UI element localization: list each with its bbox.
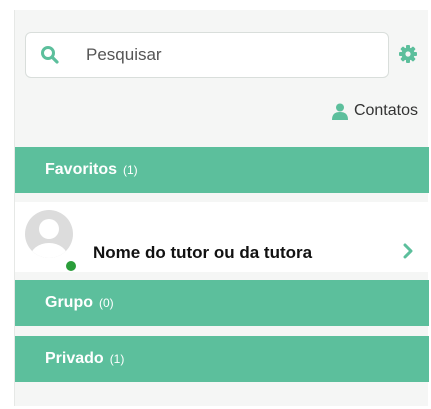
online-status-dot bbox=[66, 261, 76, 271]
avatar bbox=[25, 210, 73, 258]
section-group-count: (0) bbox=[99, 296, 114, 310]
section-private-label: Privado bbox=[45, 350, 104, 367]
chat-panel: Contatos Favoritos (1) Nome do tutor ou … bbox=[14, 10, 429, 406]
search-box[interactable] bbox=[25, 32, 389, 78]
gear-icon[interactable] bbox=[398, 44, 418, 64]
search-input[interactable] bbox=[86, 41, 376, 69]
section-group[interactable]: Grupo (0) bbox=[15, 280, 429, 326]
contacts-label: Contatos bbox=[353, 102, 418, 119]
chevron-right-icon[interactable] bbox=[402, 243, 414, 259]
contacts-link[interactable]: Contatos bbox=[331, 102, 418, 120]
section-group-label: Grupo bbox=[45, 294, 93, 311]
search-icon bbox=[41, 46, 59, 64]
list-item[interactable]: Nome do tutor ou da tutora bbox=[15, 202, 429, 272]
section-favorites[interactable]: Favoritos (1) bbox=[15, 147, 429, 193]
section-favorites-count: (1) bbox=[123, 163, 138, 177]
person-icon bbox=[331, 103, 348, 120]
section-favorites-label: Favoritos bbox=[45, 161, 118, 178]
contact-name: Nome do tutor ou da tutora bbox=[93, 243, 313, 262]
section-private[interactable]: Privado (1) bbox=[15, 336, 429, 382]
section-private-count: (1) bbox=[109, 352, 125, 366]
